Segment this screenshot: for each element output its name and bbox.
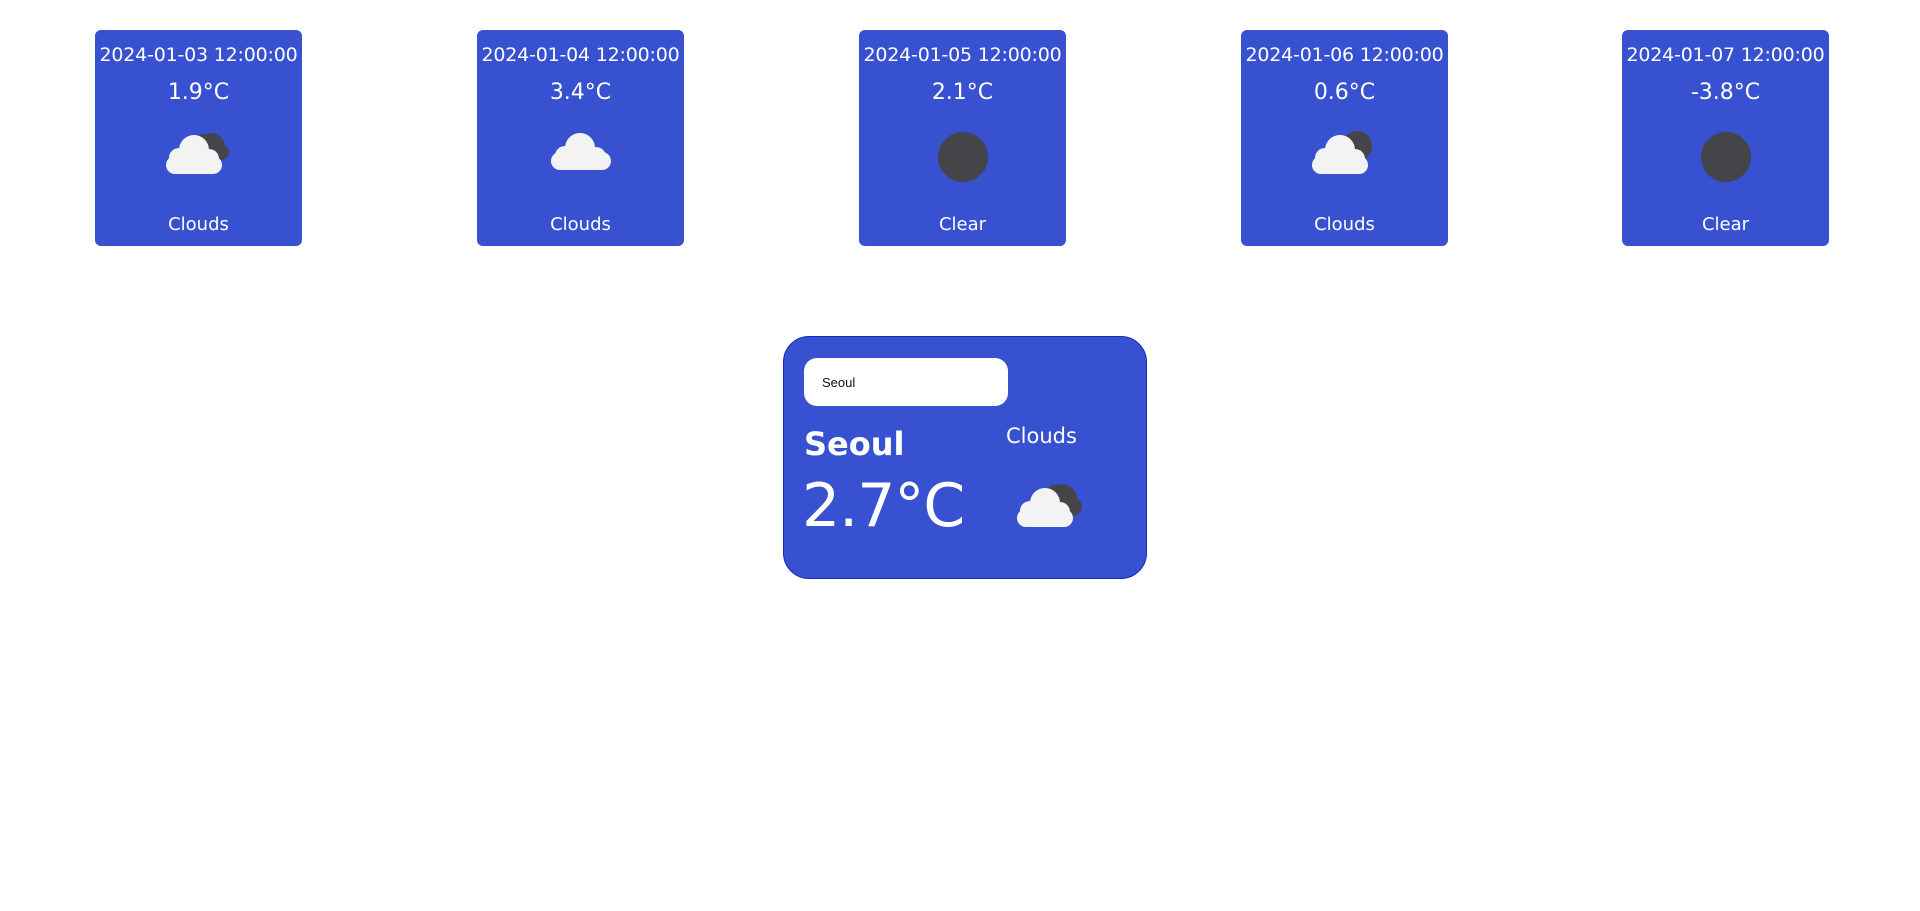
- cloud-sun-icon: [95, 126, 302, 188]
- cloud-sun-icon: [1012, 477, 1092, 543]
- forecast-description: Clouds: [1314, 214, 1375, 235]
- forecast-date: 2024-01-06 12:00:00: [1245, 44, 1444, 66]
- forecast-description: Clouds: [550, 214, 611, 235]
- forecast-list: 2024-01-03 12:00:00 1.9°C Clouds 2024-01…: [0, 30, 1920, 246]
- forecast-description: Clear: [1701, 214, 1750, 235]
- forecast-temp: 1.9°C: [167, 80, 230, 105]
- forecast-card: 2024-01-04 12:00:00 3.4°C Clouds: [477, 30, 684, 246]
- forecast-temp: 0.6°C: [1313, 80, 1376, 105]
- forecast-date: 2024-01-07 12:00:00: [1626, 44, 1825, 66]
- current-weather-card: Seoul 2.7°C Clouds: [783, 336, 1147, 579]
- forecast-card: 2024-01-07 12:00:00 -3.8°C Clear: [1622, 30, 1829, 246]
- forecast-card: 2024-01-06 12:00:00 0.6°C Clouds: [1241, 30, 1448, 246]
- city-search-input[interactable]: [804, 358, 1008, 406]
- forecast-temp: -3.8°C: [1690, 80, 1761, 105]
- current-temp: 2.7°C: [802, 471, 965, 541]
- forecast-date: 2024-01-03 12:00:00: [99, 44, 298, 66]
- clear-icon: [1622, 126, 1829, 188]
- cloud-sun-icon: [1241, 126, 1448, 188]
- forecast-description: Clear: [938, 214, 987, 235]
- clear-icon: [859, 126, 1066, 188]
- forecast-date: 2024-01-05 12:00:00: [863, 44, 1062, 66]
- forecast-date: 2024-01-04 12:00:00: [481, 44, 680, 66]
- weather-page: 2024-01-03 12:00:00 1.9°C Clouds 2024-01…: [0, 0, 1920, 911]
- cloud-icon: [477, 126, 684, 188]
- forecast-description: Clouds: [168, 214, 229, 235]
- city-name: Seoul: [804, 425, 905, 463]
- forecast-temp: 3.4°C: [549, 80, 612, 105]
- forecast-card: 2024-01-05 12:00:00 2.1°C Clear: [859, 30, 1066, 246]
- forecast-temp: 2.1°C: [931, 80, 994, 105]
- current-description: Clouds: [1006, 424, 1077, 448]
- forecast-card: 2024-01-03 12:00:00 1.9°C Clouds: [95, 30, 302, 246]
